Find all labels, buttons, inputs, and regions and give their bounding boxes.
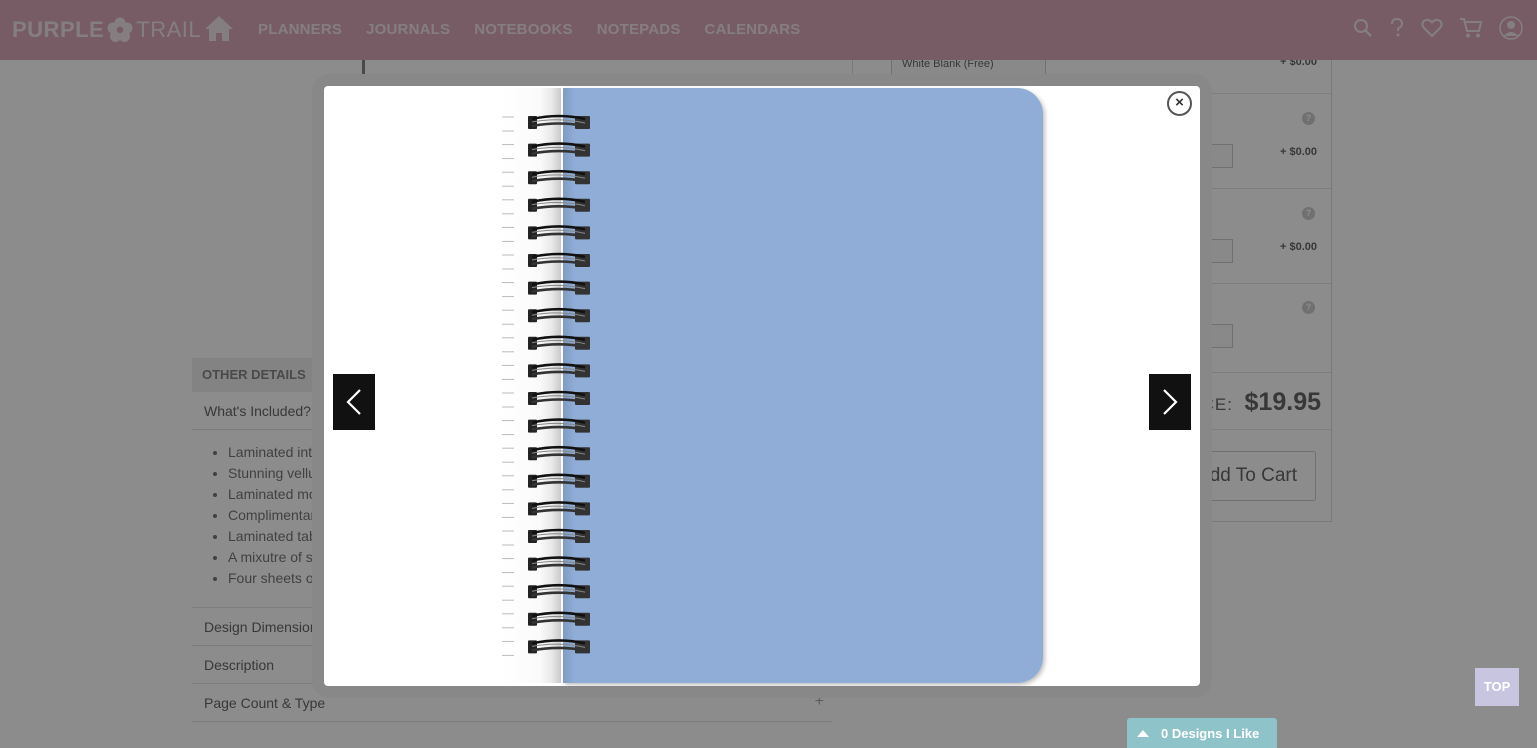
- spiral-coil: [502, 197, 590, 215]
- spiral-coil: [502, 528, 590, 546]
- spiral-coil: [502, 583, 590, 601]
- spiral-coil: [502, 390, 590, 408]
- designs-i-like-tab[interactable]: 0 Designs I Like: [1127, 718, 1277, 748]
- spiral-coil: [502, 639, 590, 656]
- spiral-coil: [502, 169, 590, 187]
- next-button[interactable]: [1149, 374, 1191, 430]
- spiral-coil: [502, 363, 590, 380]
- spiral-coil: [502, 445, 590, 463]
- lightbox-content: ×: [324, 86, 1200, 686]
- spiral-coil: [502, 473, 590, 491]
- spiral-coil: [502, 418, 590, 436]
- notebook-preview-image: [501, 86, 1046, 686]
- spiral-coil: [502, 307, 590, 325]
- chevron-left-icon: [346, 389, 361, 415]
- spiral-coil: [502, 501, 590, 518]
- notebook-cover: [563, 88, 1043, 683]
- spiral-coil: [502, 611, 590, 629]
- designs-i-like-label: 0 Designs I Like: [1161, 725, 1260, 741]
- spiral-coil: [502, 114, 590, 132]
- spiral-coil: [502, 142, 590, 160]
- spiral-coil: [502, 335, 590, 353]
- spiral-coil: [502, 280, 590, 298]
- chevron-right-icon: [1163, 389, 1178, 415]
- spiral-coil: [502, 252, 590, 270]
- expand-up-icon: [1137, 729, 1149, 737]
- spiral-coil: [502, 225, 590, 242]
- close-button[interactable]: ×: [1167, 91, 1192, 116]
- back-to-top-button[interactable]: TOP: [1475, 668, 1519, 706]
- spiral-binding: [502, 114, 590, 656]
- previous-button[interactable]: [333, 374, 375, 430]
- image-lightbox: ×: [312, 74, 1212, 698]
- spiral-coil: [502, 556, 590, 574]
